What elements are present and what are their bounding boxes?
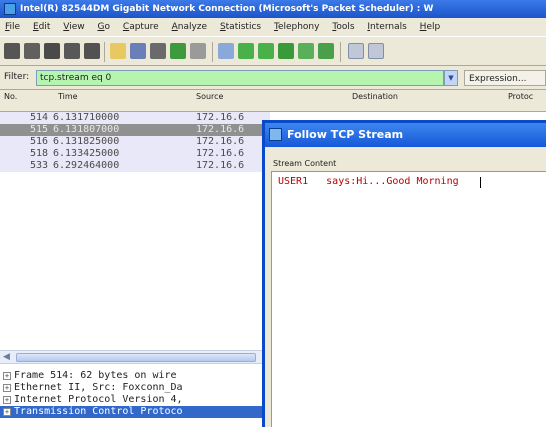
packet-number: 514 <box>29 112 48 123</box>
follow-tcp-stream-dialog: Follow TCP Stream Stream Content USER1 s… <box>262 120 546 427</box>
capture-options-icon[interactable] <box>24 43 40 59</box>
stream-content-textarea[interactable]: USER1 says:Hi...Good Morning <box>271 171 546 427</box>
go-last-icon[interactable] <box>318 43 334 59</box>
toolbar-separator <box>104 42 105 62</box>
packet-list-header: No. Time Source Destination Protoc <box>0 90 546 112</box>
go-back-icon[interactable] <box>238 43 254 59</box>
menu-edit[interactable]: Edit <box>28 18 55 36</box>
packet-source: 172.16.6 <box>196 148 245 159</box>
print-icon[interactable] <box>190 43 206 59</box>
start-capture-icon[interactable] <box>44 43 60 59</box>
menu-tools[interactable]: Tools <box>327 18 359 36</box>
filter-dropdown-icon[interactable]: ▼ <box>444 70 458 86</box>
scroll-left-icon[interactable]: ◀ <box>3 352 10 362</box>
packet-row[interactable]: 516 6.131825000 172.16.6 <box>0 136 270 148</box>
text-caret <box>480 177 481 188</box>
toolbar-separator <box>340 42 341 62</box>
detail-text: Ethernet II, Src: Foxconn_Da <box>14 382 183 393</box>
packet-time: 6.292464000 <box>53 160 120 171</box>
display-filter-input[interactable]: tcp.stream eq 0 <box>36 70 444 86</box>
go-first-icon[interactable] <box>298 43 314 59</box>
packet-details-pane: + Frame 514: 62 bytes on wire + Ethernet… <box>0 368 262 427</box>
window-title: Intel(R) 82544DM Gigabit Network Connect… <box>20 4 434 14</box>
packet-row[interactable]: 514 6.131710000 172.16.6 <box>0 112 270 124</box>
detail-row-frame[interactable]: + Frame 514: 62 bytes on wire <box>0 370 262 382</box>
packet-list-empty-area <box>0 172 262 350</box>
filter-label: Filter: <box>4 72 30 82</box>
menu-go[interactable]: Go <box>93 18 116 36</box>
close-file-icon[interactable] <box>150 43 166 59</box>
detail-text: Transmission Control Protoco <box>14 406 183 417</box>
open-file-icon[interactable] <box>110 43 126 59</box>
expand-icon[interactable]: + <box>3 408 11 416</box>
main-toolbar <box>0 36 546 66</box>
packet-number: 533 <box>29 160 48 171</box>
packet-time: 6.133425000 <box>53 148 120 159</box>
packet-time: 6.131807000 <box>53 124 120 135</box>
packet-source: 172.16.6 <box>196 160 245 171</box>
column-destination[interactable]: Destination <box>352 92 398 101</box>
column-source[interactable]: Source <box>196 92 223 101</box>
menu-statistics[interactable]: Statistics <box>215 18 266 36</box>
scrollbar-thumb[interactable] <box>16 353 256 362</box>
dialog-titlebar[interactable]: Follow TCP Stream <box>265 123 546 147</box>
reload-icon[interactable] <box>170 43 186 59</box>
menu-capture[interactable]: Capture <box>118 18 164 36</box>
stream-content-label: Stream Content <box>273 159 337 168</box>
packet-row[interactable]: 518 6.133425000 172.16.6 <box>0 148 270 160</box>
packet-time: 6.131710000 <box>53 112 120 123</box>
restart-capture-icon[interactable] <box>84 43 100 59</box>
stop-capture-icon[interactable] <box>64 43 80 59</box>
dialog-title: Follow TCP Stream <box>287 128 404 141</box>
packet-source: 172.16.6 <box>196 112 245 123</box>
packet-source: 172.16.6 <box>196 136 245 147</box>
menu-help[interactable]: Help <box>415 18 446 36</box>
packet-source: 172.16.6 <box>196 124 245 135</box>
toolbar-separator <box>212 42 213 62</box>
packet-number: 515 <box>29 124 48 135</box>
packet-list-hscrollbar[interactable]: ◀ <box>0 350 262 364</box>
go-forward-icon[interactable] <box>258 43 274 59</box>
expand-icon[interactable]: + <box>3 384 11 392</box>
wireshark-app-icon <box>4 3 16 15</box>
column-time[interactable]: Time <box>58 92 78 101</box>
filter-bar: Filter: tcp.stream eq 0 ▼ Expression... <box>0 66 546 90</box>
expand-icon[interactable]: + <box>3 372 11 380</box>
packet-row[interactable]: 533 6.292464000 172.16.6 <box>0 160 270 172</box>
packet-number: 518 <box>29 148 48 159</box>
expression-button[interactable]: Expression... <box>464 70 546 86</box>
menu-internals[interactable]: Internals <box>362 18 411 36</box>
colorize-icon[interactable] <box>348 43 364 59</box>
column-protocol[interactable]: Protoc <box>508 92 533 101</box>
detail-row-ip[interactable]: + Internet Protocol Version 4, <box>0 394 262 406</box>
window-titlebar[interactable]: Intel(R) 82544DM Gigabit Network Connect… <box>0 0 546 18</box>
stream-content-text: USER1 says:Hi...Good Morning <box>278 176 459 187</box>
menu-view[interactable]: View <box>58 18 89 36</box>
find-packet-icon[interactable] <box>218 43 234 59</box>
detail-text: Internet Protocol Version 4, <box>14 394 183 405</box>
column-no[interactable]: No. <box>4 92 17 101</box>
go-to-packet-icon[interactable] <box>278 43 294 59</box>
packet-row-selected[interactable]: 515 6.131807000 172.16.6 <box>0 124 270 136</box>
menu-file[interactable]: File <box>0 18 25 36</box>
menu-telephony[interactable]: Telephony <box>269 18 325 36</box>
detail-row-ethernet[interactable]: + Ethernet II, Src: Foxconn_Da <box>0 382 262 394</box>
menubar: File Edit View Go Capture Analyze Statis… <box>0 18 546 36</box>
packet-time: 6.131825000 <box>53 136 120 147</box>
dialog-app-icon <box>269 128 282 141</box>
menu-analyze[interactable]: Analyze <box>167 18 212 36</box>
auto-scroll-icon[interactable] <box>368 43 384 59</box>
save-file-icon[interactable] <box>130 43 146 59</box>
interface-list-icon[interactable] <box>4 43 20 59</box>
packet-number: 516 <box>29 136 48 147</box>
detail-text: Frame 514: 62 bytes on wire <box>14 370 177 381</box>
detail-row-tcp[interactable]: + Transmission Control Protoco <box>0 406 262 418</box>
expand-icon[interactable]: + <box>3 396 11 404</box>
